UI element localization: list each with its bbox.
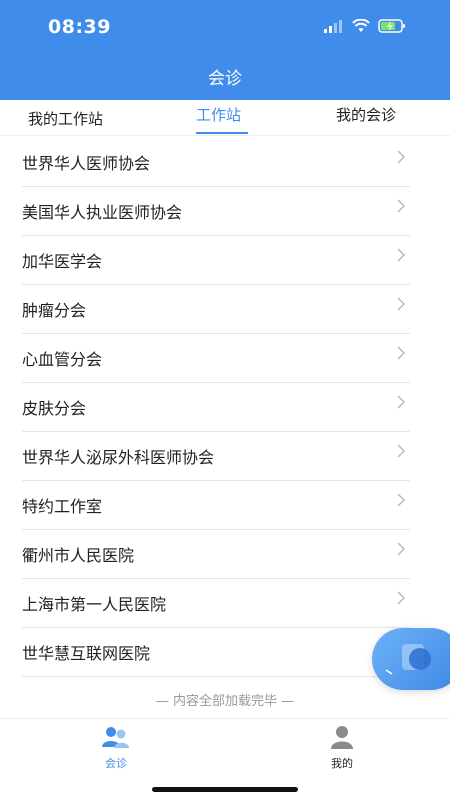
home-indicator [152, 787, 298, 792]
list-item-label: 世界华人泌尿外科医师协会 [22, 448, 215, 467]
chevron-right-icon [397, 150, 405, 164]
tabbar-label: 我的 [331, 757, 353, 770]
list-item[interactable]: 美国华人执业医师协会 [22, 187, 410, 236]
list-item-label: 衢州市人民医院 [22, 546, 135, 565]
list-item-label: 心血管分会 [22, 350, 103, 369]
tabbar-item-consultation[interactable]: 会诊 [86, 725, 146, 771]
tab-my-workstation[interactable]: 我的工作站 [28, 108, 103, 129]
tabbar-item-mine[interactable]: 我的 [312, 725, 372, 771]
list-item[interactable]: 加华医学会 [22, 236, 410, 285]
list-item[interactable]: 肿瘤分会 [22, 285, 410, 334]
list-item-label: 加华医学会 [22, 252, 103, 271]
end-of-list-text: — 内容全部加载完毕 — [155, 694, 295, 709]
consultation-icon [102, 727, 129, 748]
list-item[interactable]: 世华慧互联网医院 [22, 628, 410, 677]
wifi-icon [352, 19, 370, 32]
chevron-right-icon [397, 542, 405, 556]
list-item-label: 肿瘤分会 [22, 301, 87, 320]
chevron-right-icon [397, 199, 405, 213]
status-icons [324, 17, 406, 35]
tab-my-consultation[interactable]: 我的会诊 [336, 104, 396, 125]
workstation-list: 世界华人医师协会 美国华人执业医师协会 加华医学会 肿瘤分会 心血管分会 皮肤分… [0, 138, 450, 677]
chevron-right-icon [397, 444, 405, 458]
chevron-right-icon [397, 493, 405, 507]
floating-service-button[interactable] [372, 628, 450, 690]
active-tab-indicator [196, 132, 248, 134]
customer-service-icon [385, 644, 431, 675]
list-item[interactable]: 世界华人医师协会 [22, 138, 410, 187]
list-item[interactable]: 衢州市人民医院 [22, 530, 410, 579]
page-title: 会诊 [208, 69, 242, 89]
tab-workstation[interactable]: 工作站 [196, 104, 241, 125]
list-item-label: 特约工作室 [22, 497, 103, 516]
chevron-right-icon [397, 248, 405, 262]
battery-charging-icon [378, 19, 405, 33]
segment-tabs: 我的工作站 工作站 我的会诊 [0, 100, 450, 136]
list-item[interactable]: 世界华人泌尿外科医师协会 [22, 432, 410, 481]
list-item[interactable]: 上海市第一人民医院 [22, 579, 410, 628]
chevron-right-icon [397, 395, 405, 409]
status-bar: 08:39 [0, 0, 450, 48]
user-icon [331, 726, 353, 749]
list-item-label: 皮肤分会 [22, 399, 87, 418]
list-item-label: 上海市第一人民医院 [22, 595, 167, 614]
status-time: 08:39 [48, 16, 111, 38]
signal-icon [324, 20, 342, 33]
chevron-right-icon [397, 591, 405, 605]
chevron-right-icon [397, 297, 405, 311]
list-item-label: 美国华人执业医师协会 [22, 203, 183, 222]
header: 08:39 会诊 [0, 0, 450, 100]
list-item[interactable]: 心血管分会 [22, 334, 410, 383]
list-item[interactable]: 皮肤分会 [22, 383, 410, 432]
list-item-label: 世华慧互联网医院 [22, 644, 151, 663]
list-item-label: 世界华人医师协会 [22, 154, 151, 173]
tabbar-label: 会诊 [105, 757, 127, 770]
list-item[interactable]: 特约工作室 [22, 481, 410, 530]
chevron-right-icon [397, 346, 405, 360]
